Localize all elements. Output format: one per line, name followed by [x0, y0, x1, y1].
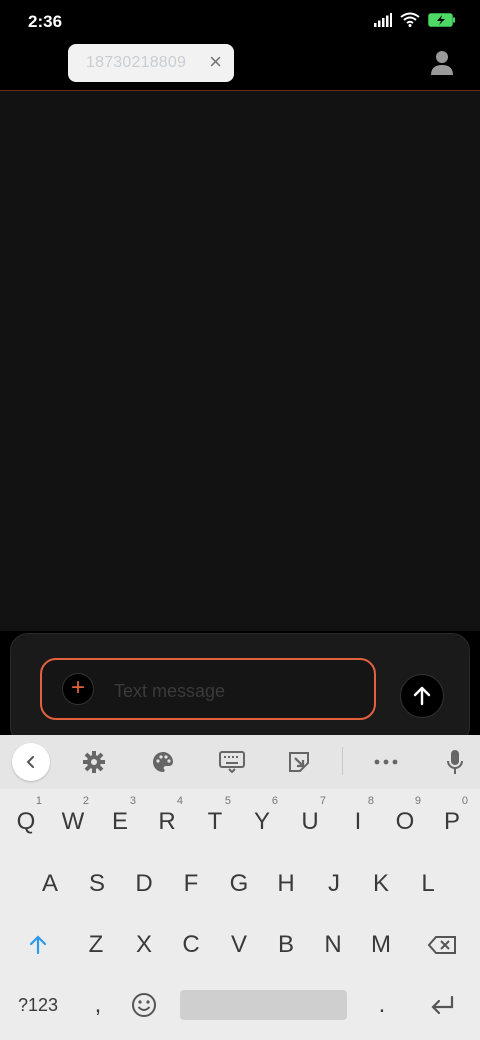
key-label: R: [158, 808, 176, 835]
battery-icon: [428, 12, 455, 27]
emoji-icon: [132, 993, 156, 1017]
key-y[interactable]: Y6: [240, 795, 284, 847]
signal-icon: [374, 12, 392, 27]
key-r[interactable]: R4: [145, 795, 189, 847]
key-hint: 7: [319, 795, 326, 807]
key-hint: 5: [224, 795, 231, 807]
key-label: T: [207, 808, 223, 835]
key-w[interactable]: W2: [51, 795, 95, 847]
key-z[interactable]: Z: [74, 920, 118, 970]
conversation-area: [0, 91, 480, 631]
key-h[interactable]: H: [264, 859, 308, 909]
send-button[interactable]: [400, 674, 444, 718]
composer-area: +: [0, 631, 480, 745]
keyboard-toolbar: [0, 735, 480, 789]
palette-icon[interactable]: [143, 742, 183, 782]
key-hint: 6: [271, 795, 278, 807]
key-g[interactable]: G: [217, 859, 261, 909]
key-t[interactable]: T5: [193, 795, 237, 847]
backspace-key[interactable]: [420, 920, 464, 970]
key-u[interactable]: U7: [288, 795, 332, 847]
key-m[interactable]: M: [359, 920, 403, 970]
key-v[interactable]: V: [217, 920, 261, 970]
key-label: O: [395, 808, 415, 835]
key-a[interactable]: A: [28, 859, 72, 909]
key-label: U: [301, 808, 319, 835]
settings-icon[interactable]: [74, 742, 114, 782]
message-box[interactable]: +: [40, 658, 376, 720]
key-s[interactable]: S: [75, 859, 119, 909]
conversation-header: 18730218809 ×: [0, 44, 480, 91]
key-o[interactable]: O9: [383, 795, 427, 847]
recipient-chip[interactable]: 18730218809 ×: [68, 44, 234, 82]
keyboard: Q1 W2 E3 R4 T5 Y6 U7 I8 O9 P0 A S D F G …: [0, 735, 480, 1040]
key-p[interactable]: P0: [430, 795, 474, 847]
key-q[interactable]: Q1: [4, 795, 48, 847]
toolbar-divider: [342, 747, 343, 775]
key-label: I: [354, 808, 362, 835]
close-icon[interactable]: ×: [209, 50, 222, 74]
key-label: W: [61, 808, 85, 835]
key-hint: 0: [461, 795, 468, 807]
recipient-number: 18730218809: [86, 54, 187, 71]
backspace-icon: [427, 936, 456, 954]
key-f[interactable]: F: [169, 859, 213, 909]
key-hint: 2: [82, 795, 89, 807]
key-label: E: [111, 808, 128, 835]
key-period[interactable]: .: [360, 980, 404, 1030]
enter-icon: [431, 995, 454, 1015]
send-icon: [413, 686, 431, 706]
add-icon[interactable]: +: [62, 673, 94, 705]
space-key[interactable]: [180, 990, 347, 1020]
emoji-key[interactable]: [122, 980, 166, 1030]
wifi-icon: [400, 12, 420, 27]
more-icon[interactable]: [366, 742, 406, 782]
symbols-key[interactable]: ?123: [8, 980, 68, 1030]
key-l[interactable]: L: [406, 859, 450, 909]
clipboard-icon[interactable]: [279, 742, 319, 782]
key-hint: 9: [414, 795, 421, 807]
status-bar: 2:36: [0, 0, 480, 44]
key-k[interactable]: K: [359, 859, 403, 909]
key-hint: 8: [367, 795, 374, 807]
key-hint: 3: [129, 795, 136, 807]
message-input[interactable]: [112, 676, 356, 706]
key-d[interactable]: D: [122, 859, 166, 909]
key-j[interactable]: J: [312, 859, 356, 909]
mic-icon[interactable]: [435, 742, 475, 782]
key-c[interactable]: C: [169, 920, 213, 970]
status-time: 2:36: [28, 12, 63, 31]
key-hint: 1: [35, 795, 42, 807]
key-label: Y: [253, 808, 270, 835]
key-i[interactable]: I8: [336, 795, 380, 847]
status-icons: [374, 12, 456, 27]
key-comma[interactable]: ,: [76, 980, 120, 1030]
key-label: P: [443, 808, 460, 835]
key-label: Q: [16, 808, 36, 835]
shift-icon: [29, 935, 47, 955]
key-n[interactable]: N: [311, 920, 355, 970]
keyboard-icon[interactable]: [212, 742, 252, 782]
contact-icon[interactable]: [430, 50, 454, 76]
key-hint: 4: [176, 795, 183, 807]
key-e[interactable]: E3: [98, 795, 142, 847]
key-x[interactable]: X: [122, 920, 166, 970]
enter-key[interactable]: [420, 980, 464, 1030]
back-icon[interactable]: [12, 743, 50, 781]
shift-key[interactable]: [16, 920, 60, 970]
key-b[interactable]: B: [264, 920, 308, 970]
